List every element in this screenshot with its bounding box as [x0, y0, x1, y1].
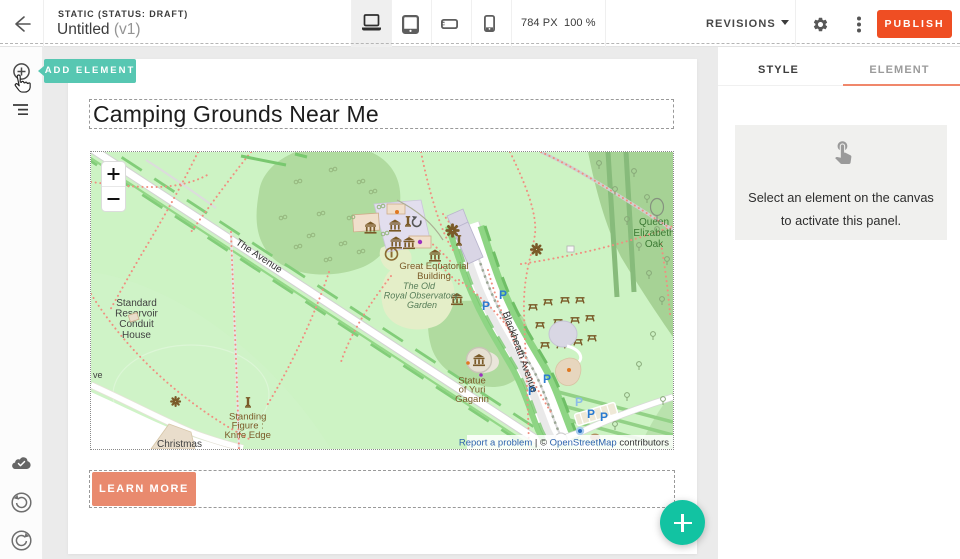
- svg-text:Standard: Standard: [116, 298, 157, 309]
- svg-text:Christmas: Christmas: [157, 439, 202, 449]
- svg-text:P: P: [575, 395, 583, 409]
- svg-text:Royal Observatory: Royal Observatory: [384, 291, 459, 301]
- svg-text:Report a problem | © OpenStree: Report a problem | © OpenStreetMap contr…: [459, 438, 669, 449]
- svg-text:Conduit: Conduit: [119, 319, 154, 330]
- svg-text:ve: ve: [93, 370, 103, 380]
- svg-text:Gagarin: Gagarin: [455, 394, 489, 405]
- svg-text:P: P: [499, 288, 507, 302]
- svg-text:Knife Edge: Knife Edge: [224, 430, 270, 441]
- svg-text:P: P: [587, 407, 595, 421]
- svg-text:P: P: [482, 299, 490, 313]
- svg-text:P: P: [543, 372, 551, 386]
- svg-text:Queen: Queen: [639, 217, 669, 228]
- svg-text:P: P: [600, 410, 608, 424]
- svg-text:Oak: Oak: [645, 239, 664, 250]
- svg-text:Garden: Garden: [407, 300, 437, 310]
- svg-text:Elizabeth: Elizabeth: [633, 228, 673, 239]
- svg-text:The Old: The Old: [403, 281, 436, 291]
- svg-text:House: House: [122, 330, 151, 341]
